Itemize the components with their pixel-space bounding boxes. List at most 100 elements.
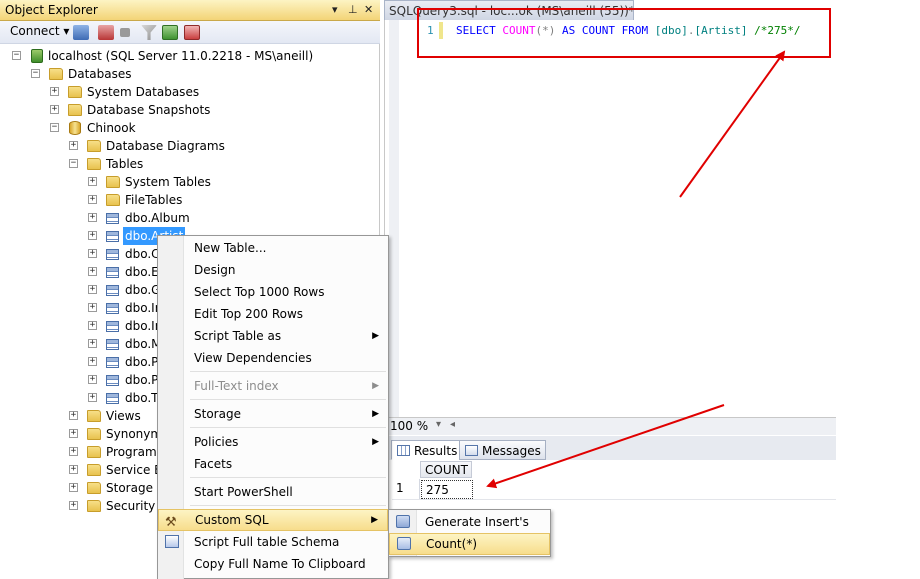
tree-node-dbo-pl[interactable]: + dbo.Pl [0, 371, 162, 389]
tree-node-system-tables[interactable]: + System Tables [0, 173, 380, 191]
expand-icon[interactable]: + [50, 87, 59, 96]
tree-node-dbo-g[interactable]: + dbo.G [0, 281, 160, 299]
collapse-icon[interactable]: − [50, 123, 59, 132]
tree-node-views[interactable]: + Views [0, 407, 158, 425]
menu-item-facets[interactable]: Facets [158, 453, 388, 475]
tree-node-server[interactable]: − localhost (SQL Server 11.0.2218 - MS\a… [0, 47, 380, 65]
submenu-item-count[interactable]: Count(*) [389, 533, 550, 555]
menu-item-select-top-1000[interactable]: Select Top 1000 Rows [158, 281, 388, 303]
expand-icon[interactable]: + [69, 141, 78, 150]
expand-icon[interactable]: + [88, 249, 97, 258]
collapse-icon[interactable]: − [31, 69, 40, 78]
expand-icon[interactable]: + [50, 105, 59, 114]
tab-label: Results [414, 444, 458, 458]
menu-separator [190, 427, 386, 428]
tab-messages[interactable]: Messages [459, 440, 546, 460]
submenu-item-generate-inserts[interactable]: Generate Insert's [389, 511, 550, 533]
tree-node-dbo-in[interactable]: + dbo.In [0, 317, 162, 335]
expand-icon[interactable]: + [69, 483, 78, 492]
tree-node-label: System Databases [87, 85, 200, 99]
table-icon [106, 213, 119, 224]
menu-item-script-full-table-schema[interactable]: Script Full table Schema [158, 531, 388, 553]
expand-icon[interactable]: + [88, 339, 97, 348]
expand-icon[interactable]: + [69, 501, 78, 510]
tab-results[interactable]: Results [391, 440, 463, 460]
menu-item-start-powershell[interactable]: Start PowerShell [158, 481, 388, 503]
expand-icon[interactable]: + [69, 447, 78, 456]
menu-item-copy-full-name[interactable]: Copy Full Name To Clipboard [158, 553, 388, 575]
row-number[interactable]: 1 [392, 479, 420, 499]
menu-item-label: Script Full table Schema [194, 535, 340, 549]
menu-item-storage[interactable]: Storage ▶ [158, 403, 388, 425]
menu-item-label: Script Table as [194, 329, 282, 343]
database-script-icon [397, 537, 411, 550]
menu-item-label: New Table... [194, 241, 267, 255]
tree-node-programmability[interactable]: + Programm [0, 443, 168, 461]
tree-node-label: localhost (SQL Server 11.0.2218 - MS\ane… [48, 49, 314, 63]
tree-node-storage[interactable]: + Storage [0, 479, 158, 497]
submenu-item-label: Generate Insert's [425, 515, 529, 529]
expand-icon[interactable]: + [88, 231, 97, 240]
tree-node-chinook[interactable]: − Chinook [0, 119, 380, 137]
column-header[interactable]: COUNT [420, 461, 472, 478]
menu-item-script-table-as[interactable]: Script Table as ▶ [158, 325, 388, 347]
folder-icon [68, 104, 82, 116]
tree-node-databases[interactable]: − Databases [0, 65, 380, 83]
table-icon [106, 303, 119, 314]
tree-node-dbo-album[interactable]: + dbo.Album [0, 209, 380, 227]
collapse-icon[interactable]: − [69, 159, 78, 168]
menu-item-policies[interactable]: Policies ▶ [158, 431, 388, 453]
connect-button[interactable]: Connect ▾ [10, 24, 69, 38]
tree-node-dbo-c[interactable]: + dbo.C [0, 245, 160, 263]
tree-node-dbo-m[interactable]: + dbo.M [0, 335, 162, 353]
pin-icon[interactable]: ⊥ [348, 3, 358, 16]
expand-icon[interactable]: + [88, 357, 97, 366]
tree-node-dbo-tr[interactable]: + dbo.Tr [0, 389, 162, 407]
disconnect-icon[interactable] [98, 25, 114, 40]
connect-engine-icon[interactable] [73, 25, 89, 40]
expand-icon[interactable]: + [88, 303, 97, 312]
tree-node-dbo-in[interactable]: + dbo.In [0, 299, 162, 317]
menu-item-new-table[interactable]: New Table... [158, 237, 388, 259]
menu-item-view-dependencies[interactable]: View Dependencies [158, 347, 388, 369]
menu-item-custom-sql[interactable]: ⚒ Custom SQL ▶ [158, 509, 388, 531]
expand-icon[interactable]: + [88, 195, 97, 204]
tree-node-dbo-pl[interactable]: + dbo.Pl [0, 353, 162, 371]
tree-node-database-diagrams[interactable]: + Database Diagrams [0, 137, 380, 155]
tree-node-filetables[interactable]: + FileTables [0, 191, 380, 209]
chevron-down-icon[interactable]: ▾ [436, 419, 441, 430]
menu-item-design[interactable]: Design [158, 259, 388, 281]
expand-icon[interactable]: + [88, 213, 97, 222]
tree-node-system-databases[interactable]: + System Databases [0, 83, 380, 101]
filter-icon[interactable] [141, 25, 157, 40]
database-script-icon [396, 515, 410, 528]
tree-node-tables[interactable]: − Tables [0, 155, 380, 173]
scroll-left-icon[interactable]: ◂ [450, 419, 455, 430]
refresh-icon[interactable] [162, 25, 178, 40]
expand-icon[interactable]: + [88, 375, 97, 384]
activity-monitor-icon[interactable] [184, 25, 200, 40]
table-icon [106, 339, 119, 350]
zoom-level[interactable]: 100 % [390, 419, 428, 433]
expand-icon[interactable]: + [88, 393, 97, 402]
tree-node-security[interactable]: + Security [0, 497, 158, 515]
tree-node-dbo-er[interactable]: + dbo.Er [0, 263, 164, 281]
result-cell[interactable]: 275 [421, 480, 473, 499]
query-editor[interactable] [384, 20, 836, 420]
expand-icon[interactable]: + [88, 177, 97, 186]
tree-node-database-snapshots[interactable]: + Database Snapshots [0, 101, 380, 119]
expand-icon[interactable]: + [69, 465, 78, 474]
tree-node-synonyms[interactable]: + Synonyms [0, 425, 168, 443]
close-icon[interactable]: ✕ [364, 3, 373, 16]
menu-item-edit-top-200[interactable]: Edit Top 200 Rows [158, 303, 388, 325]
tree-node-service-broker[interactable]: + Service Br [0, 461, 167, 479]
expand-icon[interactable]: + [88, 267, 97, 276]
expand-icon[interactable]: + [69, 411, 78, 420]
dropdown-arrow-icon[interactable]: ▾ [332, 3, 338, 16]
stop-icon[interactable] [120, 28, 130, 37]
collapse-icon[interactable]: − [12, 51, 21, 60]
expand-icon[interactable]: + [88, 285, 97, 294]
expand-icon[interactable]: + [88, 321, 97, 330]
expand-icon[interactable]: + [69, 429, 78, 438]
tools-icon: ⚒ [165, 515, 177, 530]
